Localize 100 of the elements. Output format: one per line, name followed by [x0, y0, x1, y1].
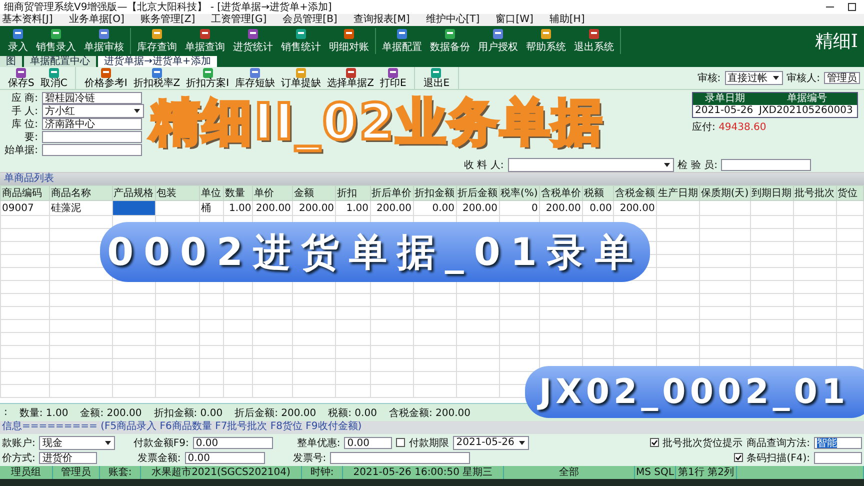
tile-icon: [430, 67, 442, 79]
column-header: 税额: [582, 186, 614, 200]
input-field[interactable]: 0.00: [192, 436, 273, 448]
checkbox[interactable]: [734, 453, 743, 462]
input-field[interactable]: 智能: [814, 436, 862, 448]
input-field[interactable]: 0.00: [184, 452, 265, 464]
column-header: 折扣: [336, 186, 370, 200]
toolbar-button[interactable]: 录入: [8, 28, 28, 54]
checkbox[interactable]: [650, 438, 659, 447]
toolbar-button[interactable]: 库存查询: [137, 28, 177, 54]
dropdown-arrow-icon[interactable]: [772, 74, 780, 82]
checkbox[interactable]: [396, 438, 406, 447]
toolbar-button[interactable]: 取消C: [40, 67, 68, 89]
account-select[interactable]: 现金: [39, 436, 116, 450]
dropdown-arrow-icon[interactable]: [662, 161, 671, 169]
field-label: 款账户:: [2, 436, 36, 450]
tile-icon: [444, 28, 456, 40]
field-label: 发票号:: [292, 452, 326, 464]
table-cell: 200.00: [539, 200, 582, 216]
toolbar-button[interactable]: 用户授权: [478, 28, 518, 54]
auditor-field[interactable]: 管理员: [824, 72, 860, 84]
menu-item[interactable]: 维护中心[T]: [426, 14, 480, 26]
menu-item[interactable]: 业务单据[O]: [68, 14, 124, 26]
payable-amount: 49438.60: [718, 122, 766, 133]
tile-icon: [151, 28, 163, 40]
toolbar-button[interactable]: 保存S: [8, 67, 34, 89]
menu-item[interactable]: 基本资料[J]: [2, 14, 53, 26]
toolbar-button[interactable]: 价格参考I: [84, 67, 128, 89]
total-text: 折扣金额: 0.00: [154, 406, 223, 420]
toolbar-button[interactable]: 折扣税率Z: [133, 67, 180, 89]
dropdown-arrow-icon[interactable]: [133, 107, 141, 115]
number-field[interactable]: JXD202105260003: [757, 105, 857, 117]
toolbar-button[interactable]: 单据审核: [84, 28, 124, 54]
toolbar-button[interactable]: 数据备份: [430, 28, 470, 54]
input-field[interactable]: [42, 144, 142, 156]
input-field[interactable]: 进货价: [39, 452, 98, 464]
restore-icon[interactable]: [848, 3, 856, 11]
toolbar-button[interactable]: 帮助系统: [526, 28, 566, 54]
column-header: 折后单价: [370, 186, 413, 200]
menu-item[interactable]: 窗口[W]: [496, 14, 534, 26]
input-field[interactable]: 方小红: [42, 104, 144, 118]
column-header: 商品编码: [0, 186, 50, 200]
column-header: 折扣金额: [413, 186, 456, 200]
tile-icon: [295, 28, 307, 40]
menu-item[interactable]: 账务管理[Z]: [140, 14, 196, 26]
window-title: 细商贸管理系统V9增强版—【北京大阳科技】 - [进货单据→进货单+添加]: [4, 0, 332, 14]
input-field[interactable]: [814, 452, 862, 464]
input-field[interactable]: 碧桂园冷链: [42, 92, 142, 104]
toolbar-button[interactable]: 单据配置: [382, 28, 422, 54]
date-select[interactable]: 2021-05-26: [453, 436, 530, 450]
input-field[interactable]: 0.00: [344, 436, 392, 448]
audit-select[interactable]: 直接过帐: [724, 71, 783, 85]
tab[interactable]: 进货单据→进货单+添加: [98, 56, 217, 67]
column-header: 包装: [155, 186, 200, 200]
tab[interactable]: 图: [0, 56, 22, 67]
toolbar-button[interactable]: 单据查询: [185, 28, 225, 54]
toolbar-button[interactable]: 库存短缺: [235, 67, 276, 89]
input-field[interactable]: [330, 452, 470, 464]
table-cell: 200.00: [613, 200, 656, 216]
field-label: 商品查询方法:: [746, 436, 810, 450]
tile-icon: [98, 28, 110, 40]
toolbar-button[interactable]: 退出E: [423, 67, 450, 89]
field-label: 应 商:: [10, 92, 38, 105]
table-cell: 硅藻泥: [49, 200, 112, 216]
column-header: 含税单价: [539, 186, 582, 200]
toolbar-button[interactable]: 销售统计: [281, 28, 321, 54]
auditor-label: 审核人:: [786, 72, 820, 85]
toolbar-button[interactable]: 订单提缺: [281, 67, 322, 89]
toolbar-button[interactable]: 折扣方案I: [186, 67, 230, 89]
field-label: 付款金额F9:: [133, 436, 189, 450]
menu-item[interactable]: 会员管理[B]: [282, 14, 338, 26]
column-header: 到期日期: [750, 186, 794, 200]
tab[interactable]: 单据配置中心: [24, 56, 96, 67]
menu-item[interactable]: 工资管理[G]: [211, 14, 267, 26]
dropdown-arrow-icon[interactable]: [104, 438, 112, 446]
tile-icon: [396, 28, 408, 40]
date-field[interactable]: 2021-05-26: [693, 105, 757, 117]
dropdown-arrow-icon[interactable]: [518, 438, 526, 446]
tile-icon: [247, 28, 259, 40]
column-header: 录单日期: [693, 93, 757, 105]
tile-icon: [50, 28, 62, 40]
menu-item[interactable]: 辅助[H]: [549, 14, 585, 26]
menu-item[interactable]: 查询报表[M]: [353, 14, 410, 26]
toolbar-button[interactable]: 打印E: [380, 67, 406, 89]
input-field[interactable]: [42, 131, 142, 143]
tile-icon: [249, 67, 262, 79]
toolbar-button[interactable]: 销售录入: [36, 28, 76, 54]
field-label: 整单优惠:: [296, 436, 340, 450]
column-header: 保质期(天): [699, 186, 750, 200]
toolbar-button[interactable]: 明细对账: [329, 28, 369, 54]
tile-icon: [15, 67, 28, 79]
toolbar-button[interactable]: 进货统计: [233, 28, 273, 54]
inspector-field[interactable]: [721, 159, 812, 171]
column-header: 单位: [200, 186, 224, 200]
field-label: 库 位:: [10, 118, 38, 131]
column-header: 产品规格: [112, 186, 156, 200]
toolbar-button[interactable]: 退出系统: [574, 28, 614, 54]
toolbar-button[interactable]: 选择单据Z: [327, 67, 374, 89]
table-cell: 200.00: [292, 200, 336, 216]
audit-label: 审核:: [697, 72, 721, 85]
